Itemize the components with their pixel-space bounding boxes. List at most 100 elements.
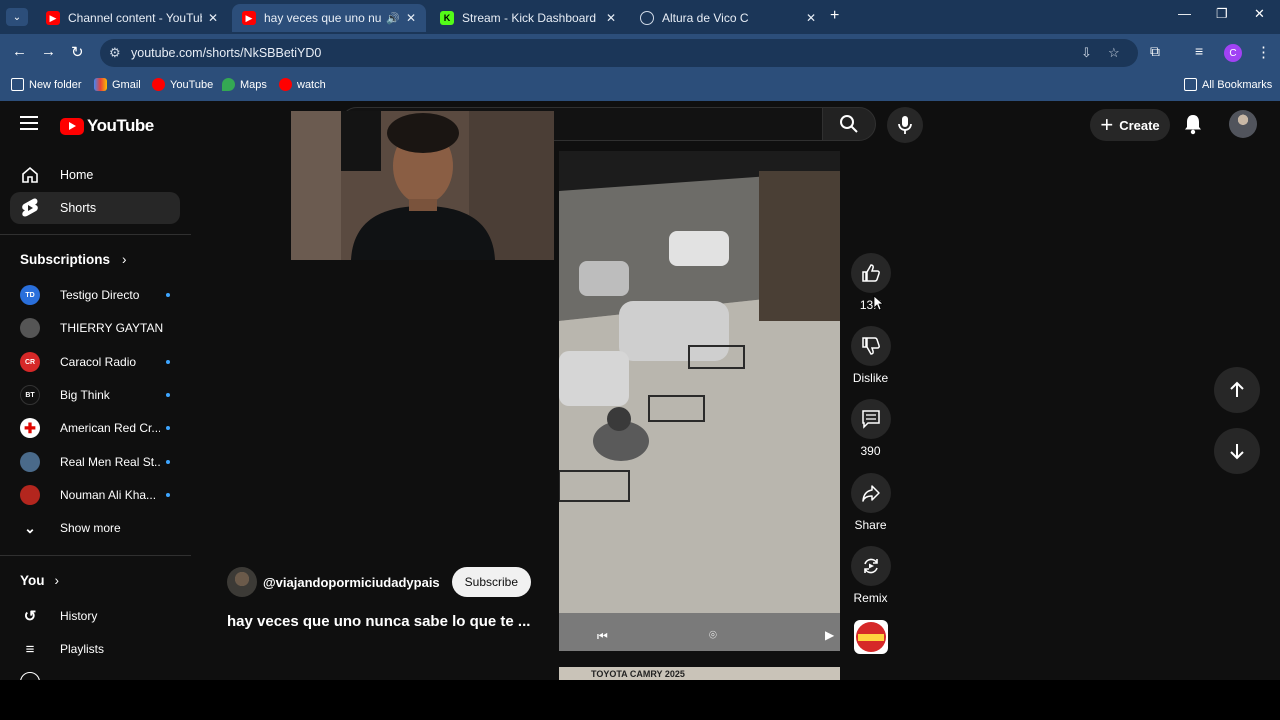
subscription-item[interactable]: Real Men Real St... — [20, 451, 170, 473]
dislike-button[interactable]: Dislike — [850, 326, 891, 385]
forward-button[interactable]: → — [41, 43, 56, 60]
subscription-item[interactable]: BT Big Think — [20, 384, 170, 406]
subscription-item[interactable]: TD Testigo Directo — [20, 284, 170, 306]
skip-previous-icon[interactable]: ⏮ — [597, 629, 608, 644]
close-window-button[interactable]: ✕ — [1254, 6, 1265, 22]
bookmark-youtube[interactable]: YouTube — [152, 78, 213, 91]
sound-thumbnail[interactable] — [854, 620, 888, 654]
tab-youtube-studio[interactable]: ▶ Channel content - YouTube Stu ✕ — [36, 4, 228, 32]
youtube-studio-icon: ▶ — [46, 11, 60, 25]
youtube-logo-icon — [60, 117, 84, 135]
show-more-button[interactable]: ⌄ Show more — [20, 517, 170, 539]
new-content-dot — [166, 460, 170, 464]
comment-count: 390 — [860, 444, 881, 458]
channel-name[interactable]: @viajandopormiciudadypais — [263, 575, 440, 590]
voice-search-button[interactable] — [887, 107, 923, 143]
subscription-item[interactable]: ✚ American Red Cr... — [20, 417, 170, 439]
close-tab-icon[interactable]: ✕ — [606, 11, 616, 25]
channel-avatar[interactable] — [227, 567, 257, 597]
sidebar-item-partial[interactable] — [20, 671, 170, 680]
sidebar-item-playlists[interactable]: ≡ Playlists — [20, 638, 170, 660]
browser-toolbar: ← → ↻ ⚙ youtube.com/shorts/NkSBBetiYD0 ⇩… — [0, 34, 1280, 72]
browser-chrome: ⌄ ▶ Channel content - YouTube Stu ✕ ▶ ha… — [0, 0, 1280, 101]
notifications-bell-icon[interactable] — [1183, 113, 1203, 140]
youtube-logo[interactable]: YouTube — [60, 116, 154, 136]
tab-kick-dashboard[interactable]: K Stream - Kick Dashboard ✕ — [430, 4, 626, 32]
search-button[interactable] — [822, 107, 876, 141]
install-app-icon[interactable]: ⇩ — [1081, 45, 1092, 61]
minimize-button[interactable]: — — [1178, 6, 1191, 21]
subscription-item[interactable]: THIERRY GAYTAN — [20, 317, 170, 339]
red-cross-icon: ✚ — [20, 418, 40, 438]
maximize-button[interactable]: ❐ — [1216, 6, 1228, 22]
back-button[interactable]: ← — [12, 43, 27, 60]
sidebar-item-history[interactable]: ↺ History — [20, 605, 170, 627]
new-tab-button[interactable]: + — [830, 7, 839, 25]
sidebar-item-shorts[interactable]: Shorts — [10, 192, 180, 224]
browser-menu-icon[interactable]: ⋮ — [1256, 43, 1271, 61]
channel-avatar — [20, 485, 40, 505]
create-button[interactable]: + Create — [1090, 109, 1170, 141]
menu-icon[interactable] — [20, 116, 38, 130]
tab-altura-de-vico[interactable]: Altura de Vico C ✕ — [630, 4, 826, 32]
share-button[interactable]: Share — [850, 473, 891, 532]
previous-short-button[interactable] — [1214, 367, 1260, 413]
short-title[interactable]: hay veces que uno nunca sabe lo que te .… — [227, 613, 530, 630]
comments-button[interactable]: 390 — [850, 399, 891, 458]
channel-avatar: BT — [20, 385, 40, 405]
play-icon[interactable]: ▶ — [825, 628, 834, 642]
tab-search-button[interactable]: ⌄ — [6, 8, 28, 26]
arrow-up-icon — [1230, 381, 1244, 397]
chevron-right-icon: › — [122, 252, 127, 267]
address-bar[interactable]: ⚙ youtube.com/shorts/NkSBBetiYD0 ⇩ ☆ — [100, 39, 1138, 67]
chevron-right-icon: › — [54, 573, 60, 588]
mouse-cursor-icon — [873, 295, 885, 316]
caption-icon[interactable]: ⌾ — [709, 627, 717, 643]
subscribe-button[interactable]: Subscribe — [451, 567, 532, 597]
like-button[interactable]: 13K — [850, 253, 891, 312]
subscription-item[interactable]: Nouman Ali Kha... — [20, 484, 170, 506]
short-video-player[interactable]: ⏮ ⌾ ▶ — [559, 151, 840, 651]
sidebar-item-home[interactable]: Home — [10, 159, 180, 191]
next-short-preview[interactable]: TOYOTA CAMRY 2025 — [559, 667, 840, 680]
speaker-icon[interactable]: 🔊 — [386, 12, 400, 25]
mic-icon — [898, 116, 912, 134]
maps-icon — [222, 78, 235, 91]
close-tab-icon[interactable]: ✕ — [806, 11, 816, 25]
subscriptions-heading[interactable]: Subscriptions › — [20, 252, 127, 267]
bookmark-new-folder[interactable]: New folder — [11, 78, 82, 91]
webcam-overlay — [291, 111, 554, 260]
tab-strip: ⌄ ▶ Channel content - YouTube Stu ✕ ▶ ha… — [0, 0, 1280, 34]
site-info-icon[interactable]: ⚙ — [109, 45, 121, 61]
extensions-icon[interactable]: ⧉ — [1150, 43, 1160, 60]
next-short-button[interactable] — [1214, 428, 1260, 474]
channel-avatar — [20, 318, 40, 338]
kick-icon: K — [440, 11, 454, 25]
youtube-icon — [279, 78, 292, 91]
you-heading[interactable]: You › — [20, 573, 59, 588]
folder-icon — [11, 78, 24, 91]
subscription-item[interactable]: CR Caracol Radio — [20, 351, 170, 373]
bookmark-star-icon[interactable]: ☆ — [1108, 45, 1120, 61]
bookmark-maps[interactable]: Maps — [222, 78, 267, 91]
thumbs-down-icon — [850, 326, 891, 366]
close-tab-icon[interactable]: ✕ — [406, 11, 416, 25]
all-bookmarks[interactable]: All Bookmarks — [1184, 78, 1272, 91]
bookmark-watch[interactable]: watch — [279, 78, 326, 91]
account-avatar[interactable] — [1229, 110, 1257, 138]
reload-button[interactable]: ↻ — [71, 43, 84, 61]
bottom-black-bar — [0, 680, 1280, 720]
history-icon: ↺ — [23, 608, 37, 625]
close-tab-icon[interactable]: ✕ — [208, 11, 218, 25]
watch-later-icon — [20, 672, 40, 680]
remix-button[interactable]: Remix — [850, 546, 891, 605]
playlists-icon: ≡ — [25, 640, 35, 658]
new-content-dot — [166, 493, 170, 497]
tab-youtube-short[interactable]: ▶ hay veces que uno nunca s 🔊 ✕ — [232, 4, 426, 32]
channel-avatar: TD — [20, 285, 40, 305]
media-controls-icon[interactable]: ≡ — [1195, 43, 1203, 59]
remix-icon — [850, 546, 891, 586]
bookmark-gmail[interactable]: Gmail — [94, 78, 141, 91]
new-content-dot — [166, 293, 170, 297]
profile-avatar[interactable]: C — [1224, 44, 1242, 62]
